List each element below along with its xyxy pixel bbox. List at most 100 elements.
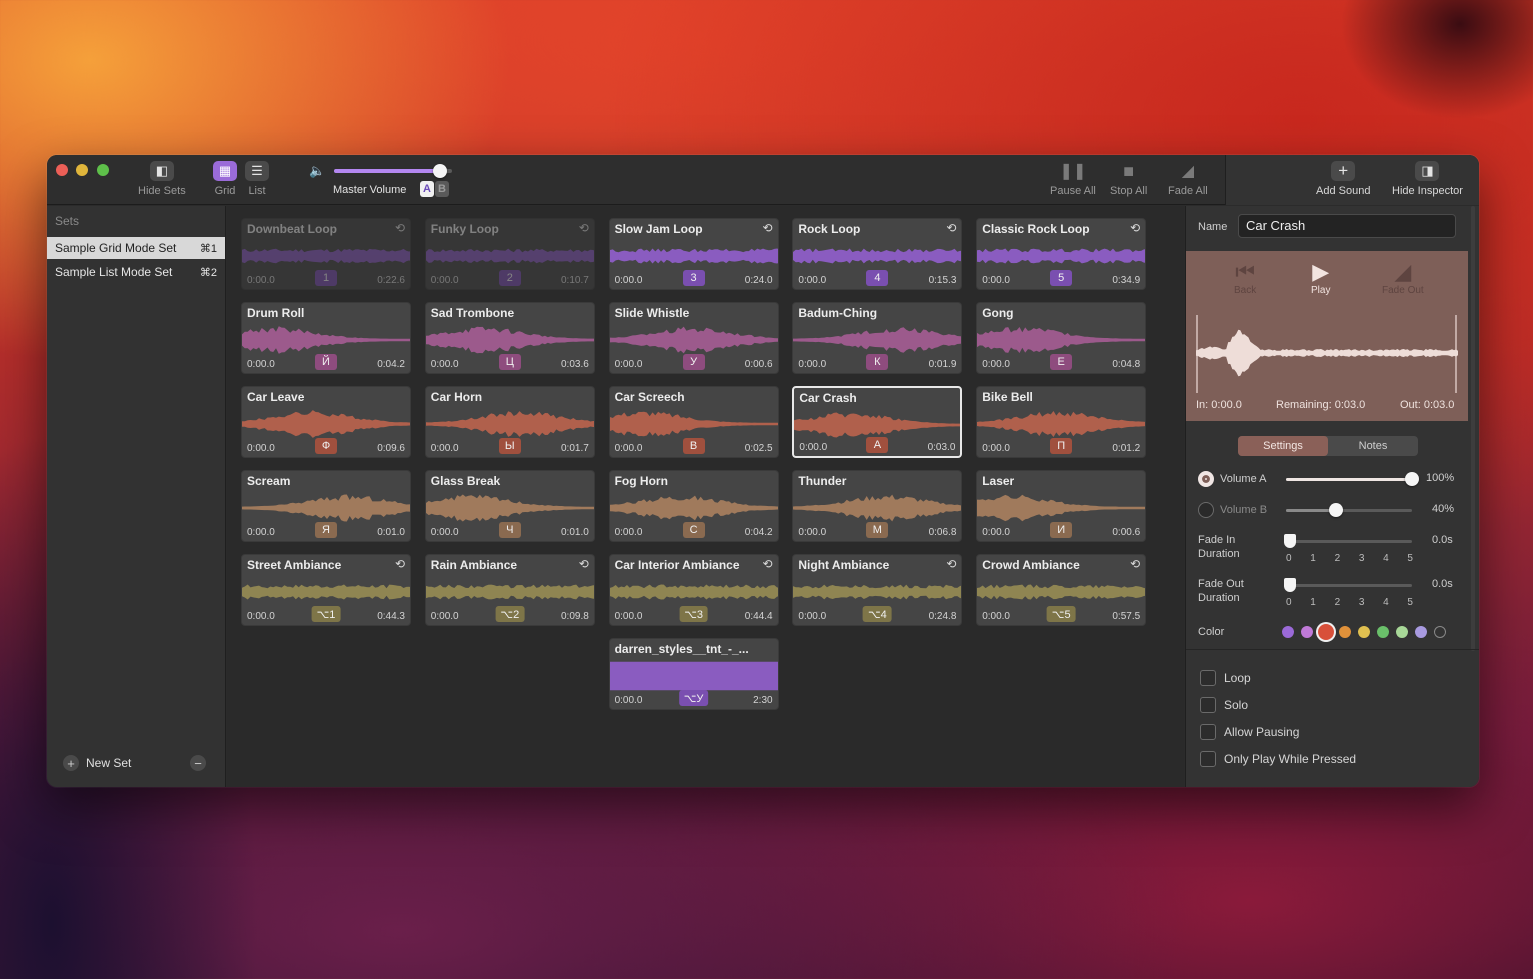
- sound-tile[interactable]: Bike Bell 0:00.0 П 0:01.2: [976, 386, 1147, 458]
- color-swatch[interactable]: [1396, 626, 1408, 638]
- volume-a-knob[interactable]: [1405, 472, 1419, 486]
- option-checkbox[interactable]: Solo: [1200, 697, 1248, 713]
- sound-tile[interactable]: Car Crash 0:00.0 А 0:03.0: [792, 386, 963, 458]
- grid-view-button[interactable]: ▦ Grid: [213, 161, 237, 197]
- sound-tile[interactable]: darren_styles__tnt_-_... 0:00.0 ⌥У 2:30: [608, 638, 779, 710]
- color-swatch[interactable]: [1282, 626, 1294, 638]
- tile-duration: 0:06.8: [928, 527, 957, 538]
- name-field[interactable]: Car Crash: [1238, 214, 1456, 238]
- tab-notes[interactable]: Notes: [1328, 436, 1418, 456]
- color-swatch[interactable]: [1434, 626, 1446, 638]
- sound-tile[interactable]: Glass Break 0:00.0 Ч 0:01.0: [424, 470, 595, 542]
- tile-hotkey: И: [1050, 522, 1073, 538]
- color-swatch[interactable]: [1318, 624, 1334, 640]
- master-volume-knob[interactable]: [433, 164, 447, 178]
- sound-tile[interactable]: Car Screech 0:00.0 В 0:02.5: [608, 386, 779, 458]
- close-window-button[interactable]: [56, 164, 68, 176]
- sound-tile[interactable]: Night Ambiance ⟲ 0:00.0 ⌥4 0:24.8: [792, 554, 963, 626]
- tile-start-time: 0:00.0: [982, 611, 1010, 622]
- sound-tile[interactable]: Badum-Ching 0:00.0 К 0:01.9: [792, 302, 963, 374]
- checkbox[interactable]: [1200, 670, 1216, 686]
- tile-duration: 0:00.6: [744, 359, 773, 370]
- sound-tile[interactable]: Car Interior Ambiance ⟲ 0:00.0 ⌥3 0:44.4: [608, 554, 779, 626]
- tile-duration: 0:03.0: [927, 442, 956, 453]
- set-item[interactable]: Sample Grid Mode Set ⌘1: [47, 237, 225, 259]
- option-checkbox[interactable]: Allow Pausing: [1200, 724, 1299, 740]
- fade-out-button[interactable]: ◢ Fade Out: [1382, 259, 1424, 296]
- minimize-window-button[interactable]: [76, 164, 88, 176]
- back-button[interactable]: ⏮ Back: [1234, 259, 1256, 296]
- color-swatch[interactable]: [1339, 626, 1351, 638]
- volume-a-toggle[interactable]: A: [420, 181, 434, 197]
- sound-tile[interactable]: Car Leave 0:00.0 Ф 0:09.6: [241, 386, 411, 458]
- volume-a-slider[interactable]: [1286, 472, 1419, 486]
- sound-tile[interactable]: Rock Loop ⟲ 0:00.0 4 0:15.3: [792, 218, 963, 290]
- tile-start-time: 0:00.0: [798, 359, 827, 370]
- zoom-window-button[interactable]: [97, 164, 109, 176]
- list-icon: ☰: [245, 161, 269, 181]
- tile-title: Gong: [982, 306, 1014, 320]
- inspector-scrollbar[interactable]: [1471, 206, 1475, 651]
- hide-sets-button[interactable]: ◧ Hide Sets: [138, 161, 186, 197]
- sound-tile[interactable]: Classic Rock Loop ⟲ 0:00.0 5 0:34.9: [976, 218, 1147, 290]
- sound-tile[interactable]: Fog Horn 0:00.0 С 0:04.2: [608, 470, 779, 542]
- add-sound-button[interactable]: + Add Sound: [1316, 161, 1370, 197]
- color-swatch[interactable]: [1415, 626, 1427, 638]
- sound-tile[interactable]: Laser 0:00.0 И 0:00.6: [976, 470, 1147, 542]
- pause-all-button[interactable]: ❚❚ Pause All: [1050, 161, 1096, 197]
- sound-tile[interactable]: Gong 0:00.0 Е 0:04.8: [976, 302, 1147, 374]
- checkbox[interactable]: [1200, 697, 1216, 713]
- sound-tile[interactable]: Drum Roll 0:00.0 Й 0:04.2: [241, 302, 411, 374]
- play-button[interactable]: ▶ Play: [1311, 259, 1330, 296]
- sound-tile[interactable]: Slow Jam Loop ⟲ 0:00.0 3 0:24.0: [608, 218, 779, 290]
- option-checkbox[interactable]: Loop: [1200, 670, 1251, 686]
- fade-in-slider[interactable]: [1284, 534, 1412, 548]
- waveform: [425, 326, 594, 354]
- stop-all-button[interactable]: ■ Stop All: [1110, 161, 1147, 198]
- fade-all-button[interactable]: ◢ Fade All: [1168, 161, 1208, 197]
- tile-title: Drum Roll: [247, 306, 305, 320]
- sound-tile[interactable]: Funky Loop ⟲ 0:00.0 2 0:10.7: [424, 218, 595, 290]
- color-swatch[interactable]: [1301, 626, 1313, 638]
- checkbox[interactable]: [1200, 724, 1216, 740]
- sound-tile[interactable]: Downbeat Loop ⟲ 0:00.0 1 0:22.6: [241, 218, 411, 290]
- remove-set-button[interactable]: −: [190, 755, 206, 771]
- fade-icon: ◢: [1394, 259, 1412, 284]
- set-name: Sample Grid Mode Set: [55, 241, 177, 255]
- hide-inspector-button[interactable]: ◨ Hide Inspector: [1392, 161, 1463, 197]
- color-swatch[interactable]: [1377, 626, 1389, 638]
- sound-tile[interactable]: Street Ambiance ⟲ 0:00.0 ⌥1 0:44.3: [241, 554, 411, 626]
- sound-tile[interactable]: Sad Trombone 0:00.0 Ц 0:03.6: [424, 302, 595, 374]
- list-view-button[interactable]: ☰ List: [245, 161, 269, 197]
- waveform: [242, 584, 410, 600]
- grid-icon: ▦: [213, 161, 237, 181]
- sound-tile[interactable]: Thunder 0:00.0 М 0:06.8: [792, 470, 963, 542]
- fade-out-knob[interactable]: [1284, 578, 1296, 592]
- volume-b-radio[interactable]: [1198, 502, 1214, 518]
- tile-hotkey: ⌥5: [1046, 606, 1076, 622]
- tile-start-time: 0:00.0: [247, 359, 275, 370]
- master-volume-slider[interactable]: [334, 164, 452, 178]
- tab-settings[interactable]: Settings: [1238, 436, 1328, 456]
- volume-b-slider[interactable]: [1286, 503, 1412, 517]
- set-item[interactable]: Sample List Mode Set ⌘2: [47, 261, 225, 283]
- sound-tile[interactable]: Crowd Ambiance ⟲ 0:00.0 ⌥5 0:57.5: [976, 554, 1147, 626]
- tile-duration: 0:04.2: [744, 527, 773, 538]
- color-swatch[interactable]: [1358, 626, 1370, 638]
- volume-b-knob[interactable]: [1329, 503, 1343, 517]
- fade-out-value: 0.0s: [1432, 578, 1453, 590]
- option-checkbox[interactable]: Only Play While Pressed: [1200, 751, 1356, 767]
- fade-out-slider[interactable]: [1284, 578, 1412, 592]
- ab-toggle[interactable]: A B: [420, 181, 449, 197]
- sound-tile[interactable]: Rain Ambiance ⟲ 0:00.0 ⌥2 0:09.8: [424, 554, 595, 626]
- checkbox[interactable]: [1200, 751, 1216, 767]
- fade-in-knob[interactable]: [1284, 534, 1296, 548]
- waveform-editor[interactable]: [1196, 313, 1458, 393]
- sound-tile[interactable]: Slide Whistle 0:00.0 У 0:00.6: [608, 302, 779, 374]
- volume-b-toggle[interactable]: B: [435, 181, 449, 197]
- sound-tile[interactable]: Car Horn 0:00.0 Ы 0:01.7: [424, 386, 595, 458]
- sound-tile[interactable]: Scream 0:00.0 Я 0:01.0: [241, 470, 411, 542]
- new-set-button[interactable]: + New Set: [63, 755, 131, 771]
- volume-a-radio[interactable]: [1198, 471, 1214, 487]
- tile-title: Street Ambiance: [247, 558, 342, 572]
